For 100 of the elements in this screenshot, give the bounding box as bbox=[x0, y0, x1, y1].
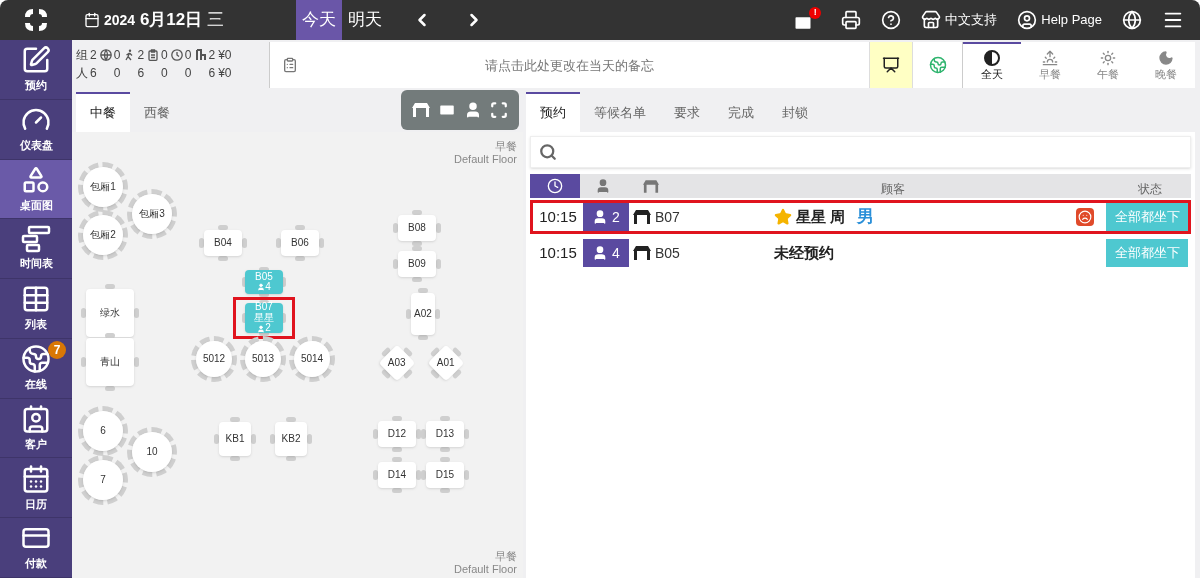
print-button[interactable] bbox=[841, 10, 862, 30]
clock-icon[interactable] bbox=[547, 178, 563, 194]
half-circle-icon bbox=[984, 49, 1000, 66]
person-icon bbox=[257, 283, 266, 292]
help-button[interactable] bbox=[881, 10, 902, 30]
user-icon bbox=[1017, 10, 1038, 30]
sidebar-item[interactable]: 桌面图 bbox=[0, 159, 72, 220]
person-icon bbox=[257, 324, 266, 333]
column-header[interactable]: 顾客 bbox=[880, 180, 905, 198]
contact-card-icon bbox=[21, 403, 51, 434]
table-icon bbox=[21, 284, 51, 315]
store-icon bbox=[921, 10, 942, 30]
stat-value: 2 bbox=[208, 47, 216, 64]
sun-icon bbox=[1100, 49, 1116, 66]
table-cell: B05 bbox=[629, 239, 774, 267]
person-icon[interactable] bbox=[595, 178, 611, 194]
calendar-icon bbox=[21, 463, 51, 494]
stat-value: 6 bbox=[90, 65, 97, 82]
table-top-icon bbox=[633, 210, 651, 224]
dining-table[interactable]: 7 bbox=[78, 455, 128, 505]
party-size-cell: 4 bbox=[583, 239, 629, 267]
meal-label: 早餐 bbox=[495, 140, 517, 153]
dining-table[interactable]: 包厢3 bbox=[127, 189, 177, 239]
meal-tab[interactable]: 早餐 bbox=[1021, 42, 1079, 88]
column-header[interactable]: 状态 bbox=[1138, 180, 1162, 198]
table-top-icon bbox=[633, 246, 651, 260]
reservation-tab[interactable]: 等候名单 bbox=[580, 92, 660, 132]
count-badge: 7 bbox=[48, 340, 66, 359]
guest-name: 未经预约 bbox=[774, 242, 834, 263]
day-tab[interactable]: 今天 bbox=[296, 0, 342, 40]
memo-icon bbox=[282, 57, 298, 73]
notification-badge: ! bbox=[809, 7, 822, 19]
reservation-tab[interactable]: 要求 bbox=[660, 92, 714, 132]
calendar-icon bbox=[84, 12, 100, 28]
stat-value: 6 bbox=[208, 65, 216, 82]
expand-icon[interactable] bbox=[490, 101, 508, 119]
memo-field[interactable]: 请点击此处更改在当天的备忘 bbox=[270, 42, 869, 88]
floor-name: Default Floor bbox=[454, 153, 517, 166]
shapes-icon bbox=[21, 164, 51, 195]
floor-tab[interactable]: 中餐 bbox=[76, 92, 130, 132]
stat-value: ¥0 bbox=[218, 47, 232, 64]
logo-icon[interactable] bbox=[23, 7, 49, 33]
time-cell-text: 10:15 bbox=[538, 206, 578, 227]
clipboard-icon bbox=[147, 49, 160, 61]
stat-value: 0 bbox=[184, 47, 192, 64]
reservation-tab[interactable]: 预约 bbox=[526, 92, 580, 132]
stat-value: 6 bbox=[137, 65, 145, 82]
moon-icon bbox=[1158, 49, 1174, 66]
guest-name: 星星 周 bbox=[796, 206, 846, 227]
meal-label: 早餐 bbox=[495, 550, 517, 563]
edit-icon bbox=[21, 45, 51, 76]
stat-value: 0 bbox=[184, 65, 192, 82]
search-field[interactable] bbox=[530, 136, 1191, 168]
stat-label: 组 bbox=[76, 47, 88, 64]
stat-label: 人 bbox=[76, 65, 88, 82]
dining-table[interactable]: 5014 bbox=[289, 336, 335, 382]
dining-table[interactable]: 包厢2 bbox=[78, 210, 128, 260]
time-cell-text: 10:15 bbox=[538, 242, 578, 263]
reservation-tab[interactable]: 封锁 bbox=[768, 92, 822, 132]
dining-table[interactable]: 包厢1 bbox=[78, 162, 128, 212]
stat-value: ¥0 bbox=[218, 65, 232, 82]
reservation-row[interactable]: 10:15 4 B05 未经预约 全部都坐下 bbox=[530, 236, 1191, 270]
meal-tab[interactable]: 全天 bbox=[963, 42, 1021, 88]
meal-tab[interactable]: 晚餐 bbox=[1137, 42, 1195, 88]
day-tab[interactable]: 明天 bbox=[342, 0, 388, 40]
sidebar-item[interactable]: 在线 7 bbox=[0, 338, 72, 399]
floor-tab[interactable]: 西餐 bbox=[130, 92, 184, 132]
stat-value: 2 bbox=[137, 47, 145, 64]
globe-icon bbox=[21, 344, 51, 375]
globe-icon bbox=[928, 56, 947, 74]
reservation-tab[interactable]: 完成 bbox=[714, 92, 768, 132]
stat-value: 2 bbox=[90, 47, 97, 64]
search-icon bbox=[539, 143, 557, 161]
dining-table[interactable]: 5012 bbox=[191, 336, 237, 382]
mail-button[interactable]: ! bbox=[793, 7, 822, 33]
support-button[interactable]: 中文支持 bbox=[921, 10, 998, 30]
dining-table[interactable]: A01 bbox=[428, 345, 464, 381]
language-button[interactable] bbox=[1122, 10, 1142, 30]
dining-table[interactable]: 5013 bbox=[240, 336, 286, 382]
help-page-button[interactable]: Help Page bbox=[1017, 10, 1102, 30]
globe-icon bbox=[99, 49, 112, 61]
dining-table[interactable]: A03 bbox=[379, 345, 415, 381]
table-cell: B07 bbox=[629, 203, 774, 231]
stat-value: 0 bbox=[113, 47, 121, 64]
date-text[interactable]: 2024 6月12日 三 bbox=[104, 7, 224, 33]
person-icon[interactable] bbox=[464, 101, 482, 119]
table-top-icon[interactable] bbox=[643, 179, 659, 193]
timeline-icon bbox=[21, 225, 51, 254]
stat-value: 0 bbox=[161, 65, 168, 82]
dining-table[interactable]: 6 bbox=[78, 406, 128, 456]
reservation-row[interactable]: 10:15 2 B07 星星 周 男 全部都坐下 bbox=[530, 200, 1191, 234]
clock-icon bbox=[170, 49, 183, 61]
table-top-icon[interactable] bbox=[412, 103, 430, 117]
easel-icon bbox=[882, 56, 900, 74]
meal-tab[interactable]: 午餐 bbox=[1079, 42, 1137, 88]
dining-table[interactable]: 10 bbox=[127, 427, 177, 477]
party-size-cell: 2 bbox=[583, 203, 629, 231]
display-button[interactable] bbox=[869, 42, 913, 88]
sunrise-icon bbox=[1042, 49, 1058, 66]
floor-name: Default Floor bbox=[454, 563, 517, 576]
